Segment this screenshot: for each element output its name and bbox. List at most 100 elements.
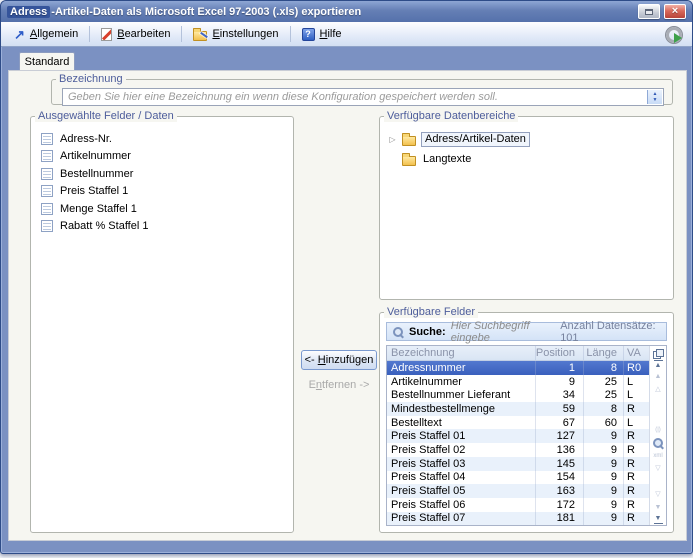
- cell-bezeichnung: Bestellnummer Lieferant: [387, 389, 535, 401]
- tab-standard[interactable]: Standard: [19, 52, 75, 71]
- down-icon[interactable]: ▽: [650, 490, 666, 500]
- zoom-icon[interactable]: [650, 437, 666, 449]
- column-header-bezeichnung[interactable]: Bezeichnung: [387, 347, 535, 359]
- table-row[interactable]: Bestelltext6760L: [387, 416, 649, 430]
- available-fields-group-label: Verfügbare Felder: [384, 306, 478, 318]
- list-item[interactable]: Rabatt % Staffel 1: [41, 218, 293, 236]
- titlebar[interactable]: Adress-Artikel-Daten als Microsoft Excel…: [1, 1, 692, 22]
- bezeichnung-combobox[interactable]: Geben Sie hier eine Bezeichnung ein wenn…: [62, 88, 664, 106]
- run-export-button[interactable]: [661, 25, 686, 44]
- folder-icon: [402, 136, 416, 146]
- remove-button-disabled: Entfernen ->: [301, 379, 377, 391]
- tree-node-adress-artikel-daten[interactable]: ▷ Adress/Artikel-Daten: [388, 129, 673, 149]
- table-row[interactable]: Preis Staffel 071819R: [387, 512, 649, 526]
- maximize-icon: [645, 9, 653, 15]
- cell-laenge: 9: [583, 429, 623, 443]
- column-header-position[interactable]: Position: [535, 346, 583, 360]
- xml-icon[interactable]: xml: [650, 451, 666, 461]
- close-button[interactable]: ×: [664, 4, 686, 19]
- data-areas-group: Verfügbare Datenbereiche ▷ Adress/Artike…: [379, 110, 674, 300]
- bezeichnung-placeholder: Geben Sie hier eine Bezeichnung ein wenn…: [68, 91, 498, 103]
- cell-position: 59: [535, 402, 583, 416]
- cell-laenge: 9: [583, 457, 623, 471]
- list-item[interactable]: Bestellnummer: [41, 165, 293, 183]
- search-bar[interactable]: Suche: Hier Suchbegriff eingebe Anzahl D…: [386, 322, 667, 341]
- add-button-label: <- Hinzufügen: [305, 354, 374, 366]
- column-width-icon[interactable]: (|): [650, 424, 666, 434]
- hilfe-button[interactable]: ? Hilfe: [295, 26, 349, 43]
- toolbar-separator: [89, 26, 90, 42]
- list-item[interactable]: Preis Staffel 1: [41, 183, 293, 201]
- allgemein-button[interactable]: ↗ Allgemein: [7, 26, 85, 43]
- bearbeiten-label: Bearbeiten: [117, 28, 170, 40]
- copy-columns-icon[interactable]: [653, 349, 663, 359]
- search-label: Suche:: [409, 326, 446, 338]
- scroll-to-bottom-icon[interactable]: ▼: [650, 515, 666, 525]
- add-button[interactable]: <- Hinzufügen: [301, 350, 377, 370]
- tree-node-langtexte[interactable]: Langtexte: [388, 149, 673, 169]
- toolbar-separator: [290, 26, 291, 42]
- table-row[interactable]: Preis Staffel 011279R: [387, 429, 649, 443]
- bezeichnung-group: Bezeichnung Geben Sie hier eine Bezeichn…: [51, 73, 673, 105]
- column-header-va[interactable]: VA: [623, 346, 649, 360]
- bearbeiten-button[interactable]: Bearbeiten: [94, 26, 177, 43]
- table-row[interactable]: Preis Staffel 051639R: [387, 484, 649, 498]
- field-grid-icon: [41, 150, 53, 162]
- list-item[interactable]: Adress-Nr.: [41, 130, 293, 148]
- list-item-label: Menge Staffel 1: [60, 203, 137, 215]
- scroll-to-top-icon[interactable]: ▲: [650, 359, 666, 369]
- cell-laenge: 9: [583, 443, 623, 457]
- table-header[interactable]: Bezeichnung Position Länge VA: [387, 346, 649, 361]
- table-row[interactable]: Preis Staffel 031459R: [387, 457, 649, 471]
- cell-laenge: 8: [583, 402, 623, 416]
- cell-va: R: [623, 402, 649, 416]
- list-item-label: Adress-Nr.: [60, 133, 112, 145]
- combobox-spinner[interactable]: ▲ ▼: [647, 90, 662, 104]
- cell-position: 1: [535, 361, 583, 375]
- data-areas-tree: ▷ Adress/Artikel-Daten Langtexte: [380, 122, 673, 169]
- cell-laenge: 9: [583, 471, 623, 485]
- cell-position: 181: [535, 512, 583, 526]
- table-tool-column: ▲ ▲ △ (|) xml ▽ ▽ ▼ ▼: [649, 346, 666, 525]
- settings-folder-icon: [193, 31, 207, 41]
- table-row[interactable]: Preis Staffel 061729R: [387, 498, 649, 512]
- edit-document-icon: [101, 28, 112, 41]
- hilfe-label: Hilfe: [320, 28, 342, 40]
- move-up-icon[interactable]: ▲: [650, 371, 666, 381]
- field-grid-icon: [41, 185, 53, 197]
- column-header-laenge[interactable]: Länge: [583, 346, 623, 360]
- cell-va: R: [623, 443, 649, 457]
- cell-laenge: 25: [583, 388, 623, 402]
- folder-icon: [402, 156, 416, 166]
- up-icon[interactable]: △: [650, 384, 666, 394]
- close-icon: ×: [672, 6, 678, 17]
- list-item-label: Artikelnummer: [60, 150, 131, 162]
- einstellungen-button[interactable]: Einstellungen: [186, 26, 285, 43]
- table-row[interactable]: Preis Staffel 021369R: [387, 443, 649, 457]
- data-areas-group-label: Verfügbare Datenbereiche: [384, 110, 518, 122]
- toolbar-separator: [181, 26, 182, 42]
- fields-table: Bezeichnung Position Länge VA Adressnumm…: [386, 345, 667, 526]
- export-dialog-window: Adress-Artikel-Daten als Microsoft Excel…: [0, 0, 693, 554]
- table-row[interactable]: Bestellnummer Lieferant3425L: [387, 388, 649, 402]
- move-down-icon[interactable]: ▼: [650, 502, 666, 512]
- table-row[interactable]: Artikelnummer925L: [387, 375, 649, 389]
- cell-va: L: [623, 375, 649, 389]
- table-row[interactable]: Mindestbestellmenge598R: [387, 402, 649, 416]
- filter-icon[interactable]: ▽: [650, 463, 666, 473]
- cell-bezeichnung: Preis Staffel 02: [387, 444, 535, 456]
- expander-icon[interactable]: ▷: [388, 135, 397, 144]
- cell-bezeichnung: Preis Staffel 06: [387, 499, 535, 511]
- cell-laenge: 60: [583, 416, 623, 430]
- table-row[interactable]: Adressnummer18R0: [387, 361, 649, 375]
- maximize-button[interactable]: [638, 4, 660, 19]
- cell-va: R: [623, 512, 649, 526]
- cell-va: R: [623, 457, 649, 471]
- list-item[interactable]: Artikelnummer: [41, 148, 293, 166]
- field-grid-icon: [41, 133, 53, 145]
- table-row[interactable]: Preis Staffel 041549R: [387, 471, 649, 485]
- list-item-label: Preis Staffel 1: [60, 185, 128, 197]
- title-highlight: Adress: [7, 6, 50, 18]
- cell-position: 145: [535, 457, 583, 471]
- list-item[interactable]: Menge Staffel 1: [41, 200, 293, 218]
